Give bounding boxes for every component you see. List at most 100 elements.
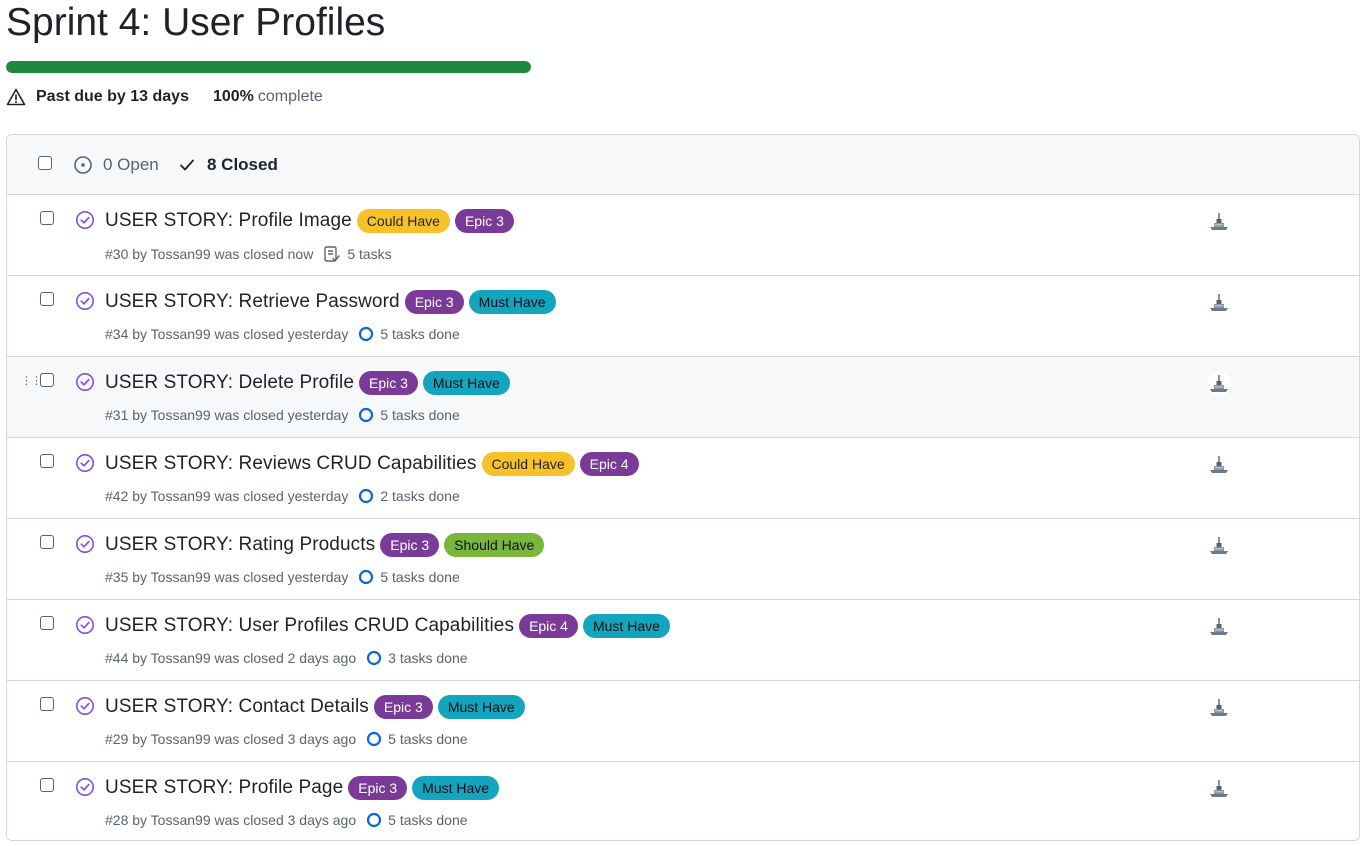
issue-label[interactable]: Could Have [481, 452, 575, 476]
issue-checkbox[interactable] [40, 697, 54, 711]
issue-label[interactable]: Must Have [468, 290, 556, 314]
issue-row[interactable]: USER STORY: Rating Products Epic 3 Should … [7, 519, 1359, 600]
checklist-icon [324, 246, 341, 262]
issue-closed-icon [76, 778, 94, 796]
issue-label[interactable]: Could Have [356, 209, 450, 233]
issue-open-icon [74, 156, 92, 174]
percent-suffix: complete [257, 88, 323, 105]
task-progress: 2 tasks done [358, 488, 460, 504]
closed-filter[interactable]: 8 Closed [179, 155, 278, 175]
issue-meta-line: #28 by Tossan99 was closed 3 days ago 5 t… [105, 812, 468, 828]
issue-row[interactable]: ⋮⋮ USER STORY: Delete Profile Epic 3 Must H… [7, 357, 1359, 438]
issue-meta-line: #44 by Tossan99 was closed 2 days ago 3 t… [105, 650, 468, 666]
assignee-avatar[interactable] [1207, 453, 1231, 477]
issues-list: 0 Open 8 Closed USER STORY: Profile Imag… [6, 134, 1360, 841]
progress-circle-icon [359, 326, 374, 342]
issue-checkbox[interactable] [40, 454, 54, 468]
issue-label[interactable]: Epic 4 [579, 452, 639, 476]
task-count: 5 tasks done [388, 812, 468, 828]
issue-label[interactable]: Must Have [412, 776, 500, 800]
progress-circle-icon [359, 569, 374, 585]
issue-title-line: USER STORY: Delete Profile Epic 3 Must Hav… [105, 370, 515, 396]
issue-meta: #31 by Tossan99 was closed yesterday [105, 407, 349, 423]
issue-meta: #30 by Tossan99 was closed now [105, 246, 314, 262]
select-all-checkbox[interactable] [38, 156, 52, 170]
issue-title-link[interactable]: USER STORY: Retrieve Password [105, 291, 400, 313]
issue-title-link[interactable]: USER STORY: Profile Page [105, 777, 343, 799]
task-count: 5 tasks [347, 246, 392, 262]
progress-circle-icon [359, 488, 374, 504]
issue-title-link[interactable]: USER STORY: Reviews CRUD Capabilities [105, 453, 477, 475]
issue-label[interactable]: Epic 3 [454, 209, 514, 233]
percent-complete: 100% [212, 88, 254, 105]
issue-label[interactable]: Epic 3 [359, 371, 418, 395]
assignee-avatar[interactable] [1207, 291, 1231, 315]
milestone-progress-bar [6, 61, 531, 73]
issue-meta: #28 by Tossan99 was closed 3 days ago [105, 812, 357, 828]
assignee-avatar[interactable] [1207, 210, 1231, 234]
task-count: 5 tasks done [380, 407, 460, 423]
assignee-avatar[interactable] [1207, 534, 1231, 558]
issue-meta-line: #30 by Tossan99 was closed now 5 tasks [105, 245, 392, 263]
issue-meta: #35 by Tossan99 was closed yesterday [105, 569, 349, 585]
task-progress: 5 tasks done [358, 569, 460, 585]
issue-checkbox[interactable] [40, 211, 54, 225]
issue-title-line: USER STORY: Profile Image Could Have Epic … [105, 208, 519, 234]
issue-label[interactable]: Epic 3 [373, 695, 433, 719]
issue-label[interactable]: Epic 3 [348, 776, 408, 800]
issue-row[interactable]: USER STORY: Reviews CRUD Capabilities Cou… [7, 438, 1359, 519]
issue-checkbox[interactable] [40, 373, 54, 387]
issue-meta-line: #34 by Tossan99 was closed yesterday 5 ta… [105, 326, 460, 342]
issue-label[interactable]: Epic 4 [519, 614, 578, 638]
progress-circle-icon [367, 731, 382, 747]
issue-meta: #42 by Tossan99 was closed yesterday [105, 488, 349, 504]
issue-closed-icon [76, 616, 94, 634]
issue-checkbox[interactable] [40, 535, 54, 549]
issue-label[interactable]: Should Have [444, 533, 545, 557]
task-progress: 5 tasks done [358, 326, 460, 342]
issue-checkbox[interactable] [40, 616, 54, 630]
issue-row[interactable]: USER STORY: Retrieve Password Epic 3 Must … [7, 276, 1359, 357]
issue-rows: USER STORY: Profile Image Could Have Epic … [7, 195, 1359, 840]
assignee-avatar[interactable] [1207, 372, 1231, 396]
progress-fill [6, 61, 531, 73]
progress-circle-icon [359, 407, 374, 423]
issue-label[interactable]: Must Have [437, 695, 525, 719]
issue-label[interactable]: Epic 3 [404, 290, 464, 314]
issues-list-header: 0 Open 8 Closed [7, 135, 1359, 195]
issue-row[interactable]: USER STORY: Profile Page Epic 3 Must Have #… [7, 762, 1359, 840]
issue-row[interactable]: USER STORY: Profile Image Could Have Epic … [7, 195, 1359, 276]
open-filter[interactable]: 0 Open [73, 155, 159, 175]
task-progress: 5 tasks done [366, 812, 468, 828]
drag-handle-icon[interactable]: ⋮⋮ [21, 376, 42, 387]
issue-title-link[interactable]: USER STORY: Profile Image [105, 210, 352, 232]
issue-checkbox[interactable] [40, 292, 54, 306]
issue-label[interactable]: Must Have [582, 614, 670, 638]
issue-title-link[interactable]: USER STORY: User Profiles CRUD Capabilit… [105, 615, 514, 637]
issue-title-link[interactable]: USER STORY: Contact Details [105, 696, 369, 718]
assignee-avatar[interactable] [1207, 777, 1231, 801]
progress-circle-icon [367, 812, 382, 828]
issue-label[interactable]: Must Have [422, 371, 510, 395]
issue-label[interactable]: Epic 3 [380, 533, 440, 557]
issue-title-link[interactable]: USER STORY: Rating Products [105, 534, 375, 556]
task-count: 5 tasks done [388, 731, 468, 747]
issue-title-line: USER STORY: User Profiles CRUD Capabilit… [105, 613, 675, 639]
issue-meta-line: #35 by Tossan99 was closed yesterday 5 ta… [105, 569, 460, 585]
issue-title-line: USER STORY: Retrieve Password Epic 3 Must … [105, 289, 561, 315]
issue-row[interactable]: USER STORY: Contact Details Epic 3 Must Ha… [7, 681, 1359, 762]
issue-closed-icon [76, 373, 94, 391]
progress-circle-icon [367, 650, 382, 666]
task-count: 3 tasks done [388, 650, 468, 666]
task-progress: 5 tasks done [366, 731, 468, 747]
issue-row[interactable]: USER STORY: User Profiles CRUD Capabilit… [7, 600, 1359, 681]
milestone-meta: Past due by 13 days 100% complete [6, 86, 323, 108]
assignee-avatar[interactable] [1207, 615, 1231, 639]
issue-title-line: USER STORY: Profile Page Epic 3 Must Have [105, 775, 504, 801]
assignee-avatar[interactable] [1207, 696, 1231, 720]
alert-icon [6, 87, 26, 107]
issue-title-link[interactable]: USER STORY: Delete Profile [105, 372, 354, 394]
issue-title-line: USER STORY: Reviews CRUD Capabilities Cou… [105, 451, 644, 477]
issue-closed-icon [76, 535, 94, 553]
issue-checkbox[interactable] [40, 778, 54, 792]
